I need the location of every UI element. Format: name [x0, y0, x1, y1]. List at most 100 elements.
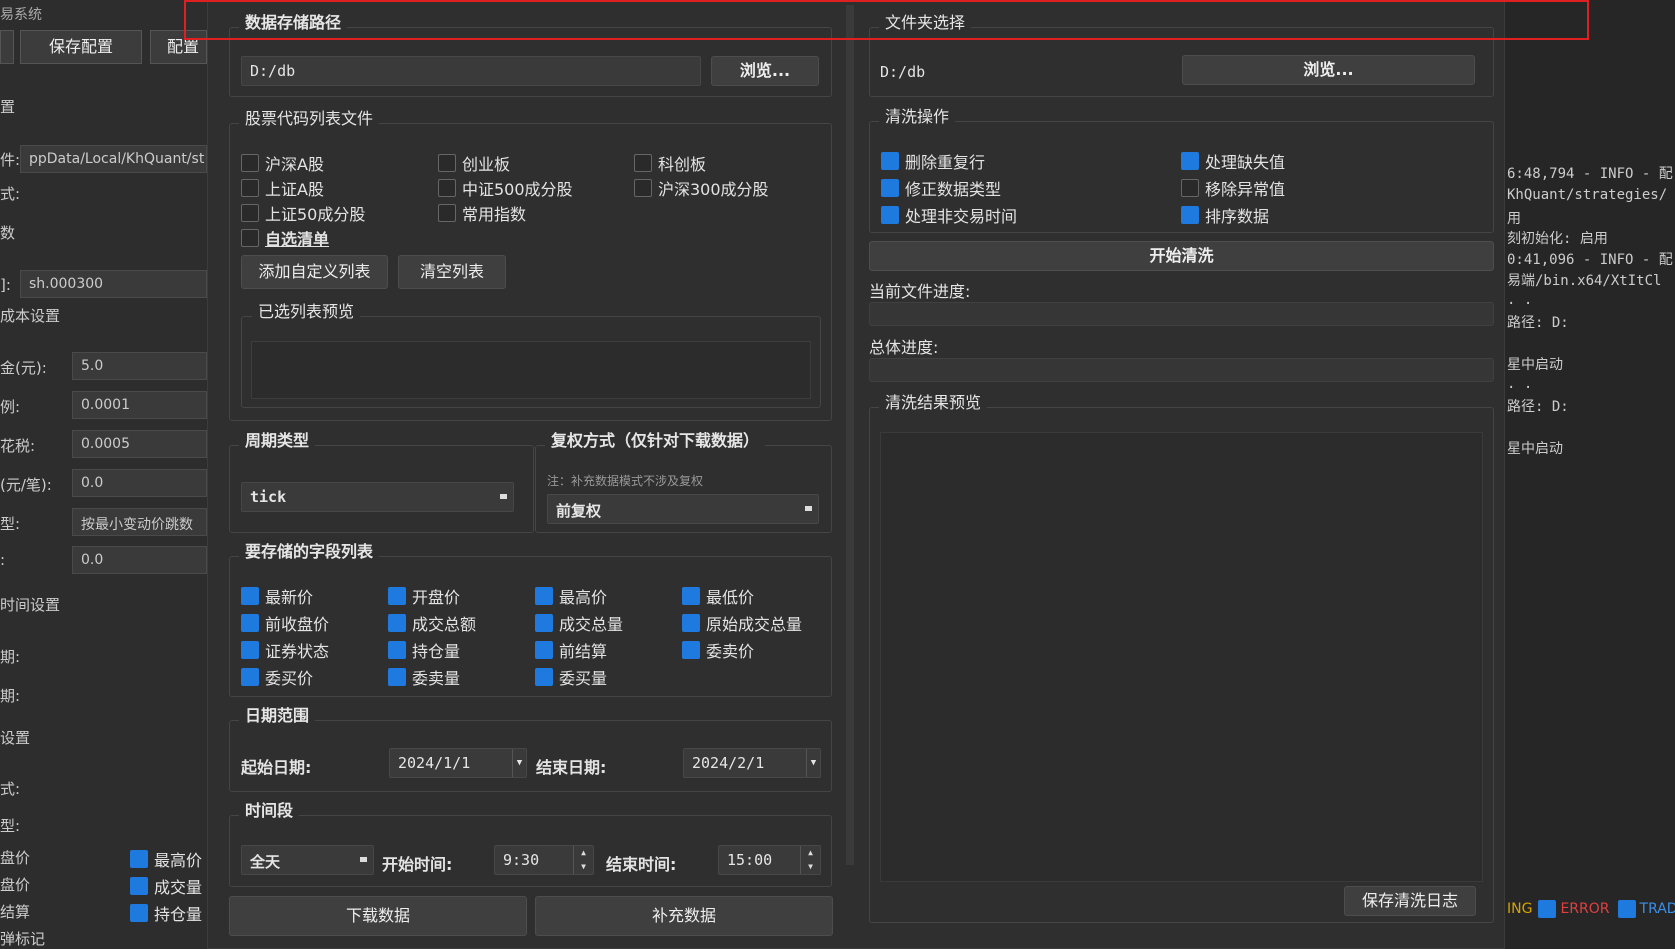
storage-path-input[interactable]: D:/db: [241, 56, 701, 86]
clean-op-checkbox[interactable]: 移除异常值: [1181, 176, 1285, 200]
start-time-spinbox[interactable]: 9:30 ▲ ▼: [494, 845, 594, 875]
spin-arrows-icon[interactable]: ▲ ▼: [573, 846, 593, 874]
supplement-data-button[interactable]: 补充数据: [535, 896, 833, 936]
log-line: 星中启动: [1507, 441, 1563, 457]
field-label: :: [0, 551, 6, 569]
background-button[interactable]: [0, 30, 14, 64]
field-checkbox[interactable]: 委卖量: [388, 665, 460, 689]
start-cleaning-button[interactable]: 开始清洗: [869, 241, 1494, 271]
commission-input[interactable]: 5.0: [72, 352, 207, 380]
slippage-input[interactable]: 0.0: [72, 546, 207, 574]
checkbox-star-market[interactable]: 科创板: [634, 151, 706, 175]
clean-op-checkbox[interactable]: 处理缺失值: [1181, 149, 1285, 173]
checkbox-csi300[interactable]: 沪深300成分股: [634, 176, 769, 200]
checkbox-csi500[interactable]: 中证500成分股: [438, 176, 573, 200]
clean-preview-group: 保存清洗日志: [869, 407, 1494, 923]
field-label: 件:: [0, 151, 21, 169]
field-checkbox[interactable]: 委买价: [241, 665, 313, 689]
end-date-picker[interactable]: 2024/2/1 ▼: [683, 748, 821, 778]
error-filter-checkbox[interactable]: [1538, 900, 1557, 918]
adjust-group: 注：补充数据模式不涉及复权 前复权: [535, 445, 832, 533]
field-label: 结算: [0, 903, 31, 921]
clean-op-checkbox[interactable]: 排序数据: [1181, 203, 1269, 227]
chevron-down-icon: ▼: [806, 749, 820, 777]
field-checkbox[interactable]: 证券状态: [241, 638, 329, 662]
dropdown-icon: [360, 857, 367, 862]
stock-list-title: 股票代码列表文件: [239, 105, 380, 129]
end-time-value: 15:00: [727, 851, 773, 869]
clean-op-checkbox[interactable]: 处理非交易时间: [881, 203, 1017, 227]
checkbox-checked-icon: [682, 587, 700, 605]
field-label: 盘价: [0, 849, 31, 867]
checkbox-watchlist[interactable]: 自选清单: [241, 226, 329, 250]
field-checkbox[interactable]: 委买量: [535, 665, 607, 689]
clean-op-checkbox[interactable]: 删除重复行: [881, 149, 985, 173]
log-line: 易端/bin.x64/XtItCl: [1507, 273, 1662, 289]
storage-browse-button[interactable]: 浏览...: [711, 56, 819, 86]
period-select[interactable]: tick: [241, 482, 514, 512]
clear-list-button[interactable]: 清空列表: [398, 255, 506, 289]
benchmark-input[interactable]: sh.000300: [20, 270, 207, 298]
start-date-value: 2024/1/1: [398, 754, 471, 772]
ratio-input[interactable]: 0.0001: [72, 391, 207, 419]
field-checkbox[interactable]: 最低价: [682, 584, 754, 608]
time-mode-select[interactable]: 全天: [241, 845, 374, 875]
spin-arrows-icon[interactable]: ▲ ▼: [800, 846, 820, 874]
field-checkbox[interactable]: 最高价: [535, 584, 607, 608]
section-label: 置: [0, 98, 16, 116]
save-config-button[interactable]: 保存配置: [20, 30, 142, 64]
download-data-button[interactable]: 下载数据: [229, 896, 527, 936]
section-label: 数: [0, 224, 16, 242]
field-checkbox[interactable]: 成交总额: [388, 611, 476, 635]
field-checkbox-label: 前收盘价: [265, 615, 330, 634]
checkbox-checked-icon: [535, 668, 553, 686]
field-checkbox[interactable]: 委卖价: [682, 638, 754, 662]
field-checkbox[interactable]: 开盘价: [388, 584, 460, 608]
bg-checkbox-high[interactable]: 最高价: [130, 847, 202, 871]
checkbox-sh-a[interactable]: 上证A股: [241, 176, 324, 200]
field-checkbox-label: 成交总量: [559, 615, 624, 634]
adjust-title: 复权方式（仅针对下载数据）: [545, 427, 766, 451]
field-checkbox[interactable]: 最新价: [241, 584, 313, 608]
period-value: tick: [250, 488, 287, 506]
checkbox-hs-a[interactable]: 沪深A股: [241, 151, 324, 175]
add-custom-list-button[interactable]: 添加自定义列表: [241, 255, 388, 289]
clean-preview-area[interactable]: [880, 432, 1483, 882]
folder-browse-button[interactable]: 浏览...: [1182, 55, 1475, 85]
checkbox-checked-icon: [388, 668, 406, 686]
log-line: 路径: D:: [1507, 399, 1569, 415]
section-label: 成本设置: [0, 307, 61, 325]
clean-op-checkbox[interactable]: 修正数据类型: [881, 176, 1001, 200]
field-checkbox[interactable]: 前收盘价: [241, 611, 329, 635]
selected-list-preview[interactable]: [251, 341, 811, 399]
field-checkbox[interactable]: 前结算: [535, 638, 607, 662]
checkbox-sse50[interactable]: 上证50成分股: [241, 201, 365, 225]
panel-splitter[interactable]: [846, 5, 854, 865]
log-line: . .: [1507, 292, 1533, 308]
checkbox-checked-icon: [241, 614, 259, 632]
stamp-tax-input[interactable]: 0.0005: [72, 430, 207, 458]
log-line: 路径: D:: [1507, 315, 1569, 331]
adjust-value: 前复权: [556, 502, 602, 520]
start-date-picker[interactable]: 2024/1/1 ▼: [389, 748, 527, 778]
checkbox-common-index[interactable]: 常用指数: [438, 201, 526, 225]
bg-checkbox-open-interest[interactable]: 持仓量: [130, 901, 202, 925]
date-range-group: 起始日期: 2024/1/1 ▼ 结束日期: 2024/2/1 ▼: [229, 720, 832, 792]
fee-input[interactable]: 0.0: [72, 469, 207, 497]
file-path-input[interactable]: ppData/Local/KhQuant/st: [20, 145, 207, 173]
log-line: 6:48,794 - INFO - 配: [1507, 166, 1673, 182]
field-checkbox-label: 委卖价: [706, 642, 755, 661]
bg-checkbox-volume[interactable]: 成交量: [130, 874, 202, 898]
clean-preview-title: 清洗结果预览: [879, 389, 988, 413]
field-checkbox[interactable]: 持仓量: [388, 638, 460, 662]
slippage-type-select[interactable]: 按最小变动价跳数: [72, 508, 207, 536]
checkbox-chinext[interactable]: 创业板: [438, 151, 510, 175]
end-time-spinbox[interactable]: 15:00 ▲ ▼: [718, 845, 821, 875]
field-checkbox[interactable]: 成交总量: [535, 611, 623, 635]
file-progress-bar: [869, 302, 1494, 326]
save-clean-log-button[interactable]: 保存清洗日志: [1344, 886, 1476, 916]
checkbox-checked-icon: [241, 587, 259, 605]
adjust-select[interactable]: 前复权: [547, 494, 819, 524]
field-checkbox[interactable]: 原始成交总量: [682, 611, 802, 635]
trade-filter-checkbox[interactable]: [1617, 900, 1636, 918]
